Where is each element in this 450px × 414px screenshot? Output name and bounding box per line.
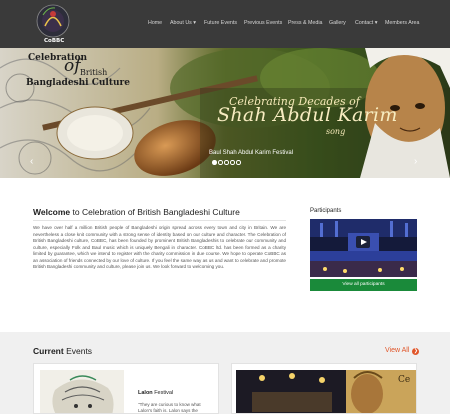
slider-dot-4[interactable] bbox=[230, 160, 235, 165]
current-events-heading-bold: Current bbox=[33, 346, 64, 356]
participants-thumbnail bbox=[310, 219, 417, 277]
logo-text: CoBBC bbox=[44, 38, 64, 44]
welcome-divider bbox=[33, 220, 286, 221]
view-all-label: View All bbox=[385, 347, 410, 354]
slider-dot-3[interactable] bbox=[224, 160, 229, 165]
slide-caption: Baul Shah Abdul Karim Festival bbox=[209, 150, 294, 156]
hero-artist: Shah Abdul Karim bbox=[217, 104, 398, 126]
slider-next-arrow[interactable]: › bbox=[414, 156, 417, 167]
nav-contact[interactable]: Contact ▾ bbox=[355, 20, 377, 26]
slider-dot-2[interactable] bbox=[218, 160, 223, 165]
participants-heading: Participants bbox=[310, 208, 342, 214]
slider-dot-5[interactable] bbox=[236, 160, 241, 165]
chevron-right-icon: ❯ bbox=[412, 348, 420, 355]
view-all-participants-button[interactable]: View all participants bbox=[310, 279, 417, 291]
nav-home[interactable]: Home bbox=[148, 20, 162, 26]
lalon-portrait bbox=[40, 370, 124, 413]
nav-previous-events[interactable]: Previous Events bbox=[244, 20, 282, 26]
event-card-second[interactable] bbox=[231, 363, 417, 414]
event-card-second-title: Ce bbox=[398, 375, 411, 385]
nav-gallery[interactable]: Gallery bbox=[329, 20, 346, 26]
participants-video[interactable] bbox=[310, 219, 417, 277]
nav-members-area[interactable]: Members Area bbox=[385, 20, 419, 26]
lalon-festival-title[interactable]: Lalon Festival bbox=[138, 390, 173, 396]
nav-future-events[interactable]: Future Events bbox=[204, 20, 237, 26]
event-card-second-image bbox=[236, 370, 416, 413]
welcome-heading-rest: to Celebration of British Bangladeshi Cu… bbox=[70, 207, 240, 217]
site-header: CoBBC Home About Us ▾ Future Events Prev… bbox=[0, 0, 450, 48]
main-nav: Home About Us ▾ Future Events Previous E… bbox=[0, 20, 450, 30]
welcome-heading-bold: Welcome bbox=[33, 207, 71, 217]
page: { "header": { "logo_text": "CoBBC", "nav… bbox=[0, 0, 450, 414]
nav-about-us[interactable]: About Us ▾ bbox=[170, 20, 196, 26]
hero-cobbc-line2: British bbox=[80, 68, 108, 77]
nav-press-media[interactable]: Press & Media bbox=[288, 20, 322, 26]
welcome-heading: Welcome to Celebration of British Bangla… bbox=[33, 207, 240, 217]
lalon-title-rest: Festival bbox=[152, 390, 174, 396]
hero-cobbc-line3: Bangladeshi Culture bbox=[26, 78, 131, 88]
slider-prev-arrow[interactable]: ‹ bbox=[30, 156, 33, 167]
lalon-festival-excerpt: "They are curious to know what Lalon's f… bbox=[138, 402, 201, 413]
hero-song: song bbox=[326, 127, 346, 136]
slider-dot-1[interactable] bbox=[212, 160, 217, 165]
lalon-title-bold: Lalon bbox=[138, 390, 153, 396]
current-events-heading: Current Events bbox=[33, 346, 92, 356]
view-all-events-link[interactable]: View All ❯ bbox=[385, 347, 420, 355]
welcome-body: We have over half a million British peop… bbox=[33, 225, 286, 269]
hero-cobbc-of: of bbox=[64, 56, 81, 76]
current-events-heading-rest: Events bbox=[63, 346, 93, 356]
